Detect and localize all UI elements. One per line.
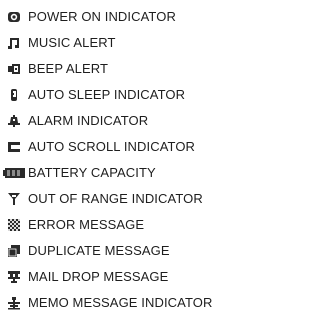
alarm-bell-icon [0, 108, 28, 134]
mail-drop-icon [0, 264, 28, 290]
legend-item-alarm: ALARM INDICATOR [0, 108, 261, 134]
legend-label: ERROR MESSAGE [28, 217, 145, 232]
legend-label: BATTERY CAPACITY [28, 165, 156, 180]
beep-speaker-icon [0, 56, 28, 82]
battery-icon [0, 160, 28, 186]
antenna-icon [0, 186, 28, 212]
legend-label: AUTO SLEEP INDICATOR [28, 87, 186, 102]
legend-label: BEEP ALERT [28, 61, 109, 76]
legend-item-power-on: POWER ON INDICATOR [0, 4, 261, 30]
legend-label: OUT OF RANGE INDICATOR [28, 191, 203, 206]
music-note-icon [0, 30, 28, 56]
error-checker-icon [0, 212, 28, 238]
legend-label: DUPLICATE MESSAGE [28, 243, 170, 258]
legend-item-memo: MEMO MESSAGE INDICATOR [0, 290, 261, 316]
legend-label: MAIL DROP MESSAGE [28, 269, 169, 284]
legend-item-out-of-range: OUT OF RANGE INDICATOR [0, 186, 261, 212]
legend-item-duplicate: DUPLICATE MESSAGE [0, 238, 261, 264]
legend-label: MUSIC ALERT [28, 35, 116, 50]
legend-item-mail-drop: MAIL DROP MESSAGE [0, 264, 261, 290]
legend-item-auto-scroll: AUTO SCROLL INDICATOR [0, 134, 261, 160]
indicator-legend: POWER ON INDICATOR MUSIC ALERT BEEP ALER… [0, 0, 261, 336]
memo-message-icon [0, 290, 28, 316]
power-on-icon [0, 4, 28, 30]
legend-item-error: ERROR MESSAGE [0, 212, 261, 238]
legend-label: AUTO SCROLL INDICATOR [28, 139, 196, 154]
legend-item-battery: BATTERY CAPACITY [0, 160, 261, 186]
legend-item-beep-alert: BEEP ALERT [0, 56, 261, 82]
legend-label: POWER ON INDICATOR [28, 9, 176, 24]
legend-item-music-alert: MUSIC ALERT [0, 30, 261, 56]
duplicate-message-icon [0, 238, 28, 264]
auto-scroll-icon [0, 134, 28, 160]
legend-item-auto-sleep: AUTO SLEEP INDICATOR [0, 82, 261, 108]
auto-sleep-icon [0, 82, 28, 108]
legend-label: MEMO MESSAGE INDICATOR [28, 295, 213, 310]
legend-label: ALARM INDICATOR [28, 113, 149, 128]
